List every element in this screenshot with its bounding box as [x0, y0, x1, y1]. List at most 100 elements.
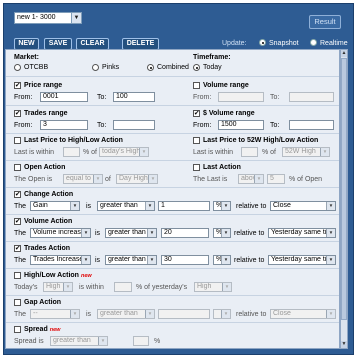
- spread-label: Spread new: [24, 325, 60, 335]
- trades-range-checkbox[interactable]: [14, 109, 21, 118]
- dollar-volume-range-checkbox[interactable]: [193, 109, 200, 118]
- spread-checkbox[interactable]: [14, 326, 21, 333]
- spread-is-label: Spread is: [14, 338, 44, 345]
- snapshot-radio[interactable]: [259, 39, 266, 46]
- change-relative-label: relative to: [236, 203, 267, 210]
- snapshot-label: Snapshot: [269, 40, 299, 47]
- gap-relative-select[interactable]: Close: [270, 309, 336, 319]
- change-field-select[interactable]: Gain: [30, 201, 80, 211]
- new-badge: new: [80, 273, 92, 279]
- volume-from-label: From:: [193, 94, 212, 101]
- open-operator-select[interactable]: equal to: [63, 174, 103, 184]
- high-low-action-title: High/Low Action: [24, 272, 79, 279]
- change-operator-select[interactable]: greater than: [97, 201, 155, 211]
- change-action-checkbox[interactable]: [14, 190, 21, 199]
- open-action-label: Open Action: [24, 164, 66, 171]
- dollar-volume-to-input[interactable]: [289, 120, 334, 130]
- volume-field-select[interactable]: Volume increase: [30, 228, 91, 238]
- trades-relative-label: relative to: [234, 257, 265, 264]
- open-action-checkbox[interactable]: [14, 164, 21, 171]
- market-combined-radio[interactable]: [147, 64, 154, 71]
- last-within-pct-input[interactable]: [63, 147, 80, 157]
- high-low-target-select[interactable]: High: [194, 282, 232, 292]
- change-unit-select[interactable]: %: [213, 201, 231, 211]
- last-52w-pct-input[interactable]: [241, 147, 258, 157]
- trades-range-label: Trades range: [24, 110, 68, 117]
- preset-select[interactable]: new 1- 3000 ▼: [14, 12, 82, 24]
- trades-field-select[interactable]: Trades Increase: [30, 255, 91, 265]
- trades-is-label: is: [95, 257, 101, 264]
- gap-field-select[interactable]: --: [30, 309, 80, 319]
- gap-value-input[interactable]: [158, 309, 210, 319]
- last-52w-target-select[interactable]: 52W High: [282, 147, 330, 157]
- high-low-pct-input[interactable]: [114, 282, 132, 292]
- trades-from-input[interactable]: 3: [40, 120, 88, 130]
- volume-relative-select[interactable]: Yesterday same tim: [268, 228, 336, 238]
- high-low-action-checkbox[interactable]: [14, 272, 21, 279]
- market-pinks-radio[interactable]: [92, 64, 99, 71]
- volume-from-input[interactable]: [218, 92, 264, 102]
- market-label: Market:: [14, 54, 39, 61]
- price-from-input[interactable]: 0001: [40, 92, 88, 102]
- vertical-scrollbar[interactable]: ▲ ▼: [340, 49, 348, 349]
- price-to-input[interactable]: 100: [113, 92, 155, 102]
- dollar-volume-from-input[interactable]: 1500: [218, 120, 264, 130]
- open-target-select[interactable]: Day High: [116, 174, 158, 184]
- realtime-label: Realtime: [320, 40, 348, 47]
- trades-the-label: The: [14, 257, 27, 264]
- trades-value-input[interactable]: 30: [161, 255, 209, 265]
- volume-to-input[interactable]: [289, 92, 334, 102]
- trades-relative-select[interactable]: Yesterday same tim: [268, 255, 336, 265]
- market-otcbb-label: OTCBB: [24, 64, 49, 71]
- trades-action-checkbox[interactable]: [14, 244, 21, 253]
- high-low-field-select[interactable]: High: [43, 282, 73, 292]
- last-operator-select[interactable]: above: [238, 174, 264, 184]
- price-from-label: From:: [14, 94, 33, 101]
- last-action-checkbox[interactable]: [193, 164, 200, 171]
- last-within-label: Last is within: [14, 149, 55, 156]
- result-button[interactable]: Result: [309, 15, 341, 29]
- timeframe-today-radio[interactable]: [193, 64, 200, 71]
- gap-relative-label: relative to: [236, 311, 267, 318]
- divider: [6, 268, 339, 269]
- market-combined-label: Combined: [157, 64, 189, 71]
- gap-operator-select[interactable]: greater than: [97, 309, 155, 319]
- volume-action-checkbox[interactable]: [14, 217, 21, 226]
- change-is-label: is: [86, 203, 92, 210]
- last-price-high-low-checkbox[interactable]: [14, 137, 21, 144]
- trades-to-label: To:: [97, 122, 107, 129]
- volume-unit-select[interactable]: %: [213, 228, 231, 238]
- realtime-radio[interactable]: [310, 39, 317, 46]
- price-range-checkbox[interactable]: [14, 81, 21, 90]
- update-label: Update:: [222, 40, 247, 47]
- scroll-up-icon[interactable]: ▲: [341, 50, 347, 57]
- volume-to-label: To:: [270, 94, 280, 101]
- preset-select-value: new 1- 3000: [17, 14, 56, 21]
- filter-panel: Market: Timeframe: OTCBB Pinks Combined …: [5, 49, 340, 349]
- volume-range-checkbox[interactable]: [193, 82, 200, 89]
- market-otcbb-radio[interactable]: [14, 64, 21, 71]
- last-value-input[interactable]: 5: [267, 174, 285, 184]
- spread-operator-select[interactable]: greater than: [50, 336, 108, 346]
- gap-unit-select[interactable]: [213, 309, 231, 319]
- last-price-52w-checkbox[interactable]: [193, 137, 200, 144]
- volume-operator-select[interactable]: greater than: [105, 228, 157, 238]
- gap-is-label: is: [86, 311, 92, 318]
- trades-to-input[interactable]: [113, 120, 155, 130]
- trades-operator-select[interactable]: greater than: [105, 255, 157, 265]
- scroll-down-icon[interactable]: ▼: [341, 341, 347, 348]
- open-is-label: The Open is: [14, 176, 53, 183]
- change-relative-select[interactable]: Close: [270, 201, 336, 211]
- volume-value-input[interactable]: 20: [161, 228, 209, 238]
- chevron-down-icon: ▼: [71, 13, 81, 23]
- spread-unit-label: %: [154, 338, 161, 345]
- divider: [6, 214, 339, 215]
- last-high-low-target-select[interactable]: today's High: [99, 147, 149, 157]
- scroll-thumb[interactable]: [341, 58, 347, 320]
- change-value-input[interactable]: 1: [158, 201, 210, 211]
- last-price-52w-label: Last Price to 52W High/Low Action: [203, 137, 319, 144]
- trades-unit-select[interactable]: %: [213, 255, 231, 265]
- gap-action-checkbox[interactable]: [14, 299, 21, 306]
- trades-action-label: Trades Action: [24, 245, 71, 252]
- spread-value-input[interactable]: [133, 336, 149, 346]
